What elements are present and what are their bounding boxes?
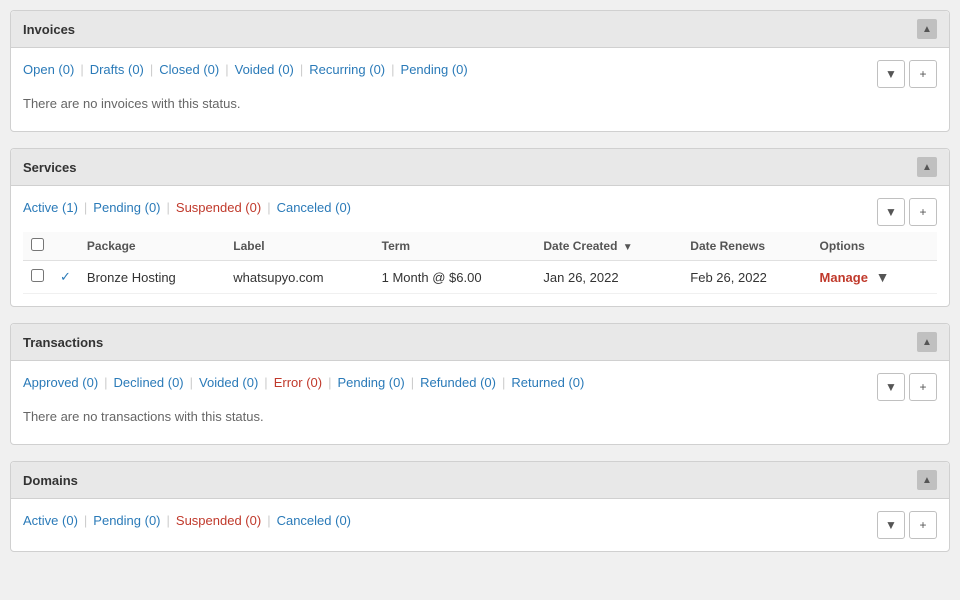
domains-tab-bar: Active (0) | Pending (0) | Suspended (0)… — [23, 513, 351, 528]
row-checkbox[interactable] — [31, 269, 44, 282]
tab-invoices-pending[interactable]: Pending (0) — [401, 62, 468, 77]
invoices-tab-actions: ▼ + — [877, 60, 937, 88]
tab-transactions-declined[interactable]: Declined (0) — [114, 375, 184, 390]
domains-tab-row: Active (0) | Pending (0) | Suspended (0)… — [23, 511, 937, 539]
tab-services-active[interactable]: Active (1) — [23, 200, 78, 215]
domains-tab-actions: ▼ + — [877, 511, 937, 539]
transactions-title: Transactions — [23, 335, 103, 350]
transactions-collapse-button[interactable]: ▲ — [917, 332, 937, 352]
row-date-renews: Feb 26, 2022 — [682, 261, 811, 294]
tab-invoices-recurring[interactable]: Recurring (0) — [309, 62, 385, 77]
col-checkbox — [23, 232, 52, 261]
services-filter-button[interactable]: ▼ — [877, 198, 905, 226]
col-term[interactable]: Term — [374, 232, 536, 261]
tab-services-pending[interactable]: Pending (0) — [93, 200, 160, 215]
invoices-collapse-button[interactable]: ▲ — [917, 19, 937, 39]
tab-invoices-open[interactable]: Open (0) — [23, 62, 74, 77]
invoices-tab-bar: Open (0) | Drafts (0) | Closed (0) | Voi… — [23, 62, 468, 77]
tab-invoices-drafts[interactable]: Drafts (0) — [90, 62, 144, 77]
domains-add-button[interactable]: + — [909, 511, 937, 539]
services-table-header-row: Package Label Term Date Created ▼ Date R… — [23, 232, 937, 261]
services-tab-bar: Active (1) | Pending (0) | Suspended (0)… — [23, 200, 351, 215]
invoices-panel-body: Open (0) | Drafts (0) | Closed (0) | Voi… — [11, 48, 949, 131]
services-table: Package Label Term Date Created ▼ Date R… — [23, 232, 937, 294]
tab-transactions-pending[interactable]: Pending (0) — [337, 375, 404, 390]
tab-services-canceled[interactable]: Canceled (0) — [277, 200, 351, 215]
tab-invoices-voided[interactable]: Voided (0) — [235, 62, 294, 77]
transactions-empty-message: There are no transactions with this stat… — [23, 401, 937, 432]
transactions-add-button[interactable]: + — [909, 373, 937, 401]
services-tab-row: Active (1) | Pending (0) | Suspended (0)… — [23, 198, 937, 226]
tab-transactions-error[interactable]: Error (0) — [274, 375, 322, 390]
col-date-created[interactable]: Date Created ▼ — [535, 232, 682, 261]
select-all-checkbox[interactable] — [31, 238, 44, 251]
manage-link[interactable]: Manage — [820, 270, 868, 285]
transactions-panel-header: Transactions ▲ — [11, 324, 949, 361]
services-title: Services — [23, 160, 77, 175]
col-label[interactable]: Label — [225, 232, 373, 261]
services-tab-actions: ▼ + — [877, 198, 937, 226]
tab-services-suspended[interactable]: Suspended (0) — [176, 200, 261, 215]
invoices-title: Invoices — [23, 22, 75, 37]
tab-domains-active[interactable]: Active (0) — [23, 513, 78, 528]
domains-title: Domains — [23, 473, 78, 488]
row-term: 1 Month @ $6.00 — [374, 261, 536, 294]
invoices-filter-button[interactable]: ▼ — [877, 60, 905, 88]
row-date-created: Jan 26, 2022 — [535, 261, 682, 294]
row-check-icon: ✓ — [52, 261, 79, 294]
row-package: Bronze Hosting — [79, 261, 225, 294]
tab-transactions-returned[interactable]: Returned (0) — [511, 375, 584, 390]
col-date-renews[interactable]: Date Renews — [682, 232, 811, 261]
row-checkbox-cell — [23, 261, 52, 294]
transactions-filter-button[interactable]: ▼ — [877, 373, 905, 401]
tab-invoices-closed[interactable]: Closed (0) — [159, 62, 219, 77]
col-options: Options — [812, 232, 937, 261]
domains-panel-header: Domains ▲ — [11, 462, 949, 499]
tab-transactions-refunded[interactable]: Refunded (0) — [420, 375, 496, 390]
services-panel-body: Active (1) | Pending (0) | Suspended (0)… — [11, 186, 949, 306]
invoices-panel-header: Invoices ▲ — [11, 11, 949, 48]
domains-filter-button[interactable]: ▼ — [877, 511, 905, 539]
invoices-empty-message: There are no invoices with this status. — [23, 88, 937, 119]
services-collapse-button[interactable]: ▲ — [917, 157, 937, 177]
row-expand-button[interactable]: ▼ — [872, 269, 894, 285]
invoices-tab-row: Open (0) | Drafts (0) | Closed (0) | Voi… — [23, 60, 937, 88]
date-created-sort-icon: ▼ — [623, 242, 633, 253]
table-row: ✓ Bronze Hosting whatsupyo.com 1 Month @… — [23, 261, 937, 294]
domains-panel-body: Active (0) | Pending (0) | Suspended (0)… — [11, 499, 949, 551]
invoices-add-button[interactable]: + — [909, 60, 937, 88]
transactions-tab-bar: Approved (0) | Declined (0) | Voided (0)… — [23, 375, 584, 390]
tab-domains-canceled[interactable]: Canceled (0) — [277, 513, 351, 528]
invoices-panel: Invoices ▲ Open (0) | Drafts (0) | Close… — [10, 10, 950, 132]
tab-domains-pending[interactable]: Pending (0) — [93, 513, 160, 528]
tab-transactions-approved[interactable]: Approved (0) — [23, 375, 98, 390]
tab-transactions-voided[interactable]: Voided (0) — [199, 375, 258, 390]
row-options-cell: Manage ▼ — [812, 261, 937, 294]
transactions-panel-body: Approved (0) | Declined (0) | Voided (0)… — [11, 361, 949, 444]
transactions-tab-actions: ▼ + — [877, 373, 937, 401]
transactions-tab-row: Approved (0) | Declined (0) | Voided (0)… — [23, 373, 937, 401]
domains-collapse-button[interactable]: ▲ — [917, 470, 937, 490]
tab-domains-suspended[interactable]: Suspended (0) — [176, 513, 261, 528]
transactions-panel: Transactions ▲ Approved (0) | Declined (… — [10, 323, 950, 445]
row-label: whatsupyo.com — [225, 261, 373, 294]
domains-panel: Domains ▲ Active (0) | Pending (0) | Sus… — [10, 461, 950, 552]
services-panel-header: Services ▲ — [11, 149, 949, 186]
services-add-button[interactable]: + — [909, 198, 937, 226]
col-package[interactable]: Package — [79, 232, 225, 261]
services-panel: Services ▲ Active (1) | Pending (0) | Su… — [10, 148, 950, 307]
col-empty — [52, 232, 79, 261]
